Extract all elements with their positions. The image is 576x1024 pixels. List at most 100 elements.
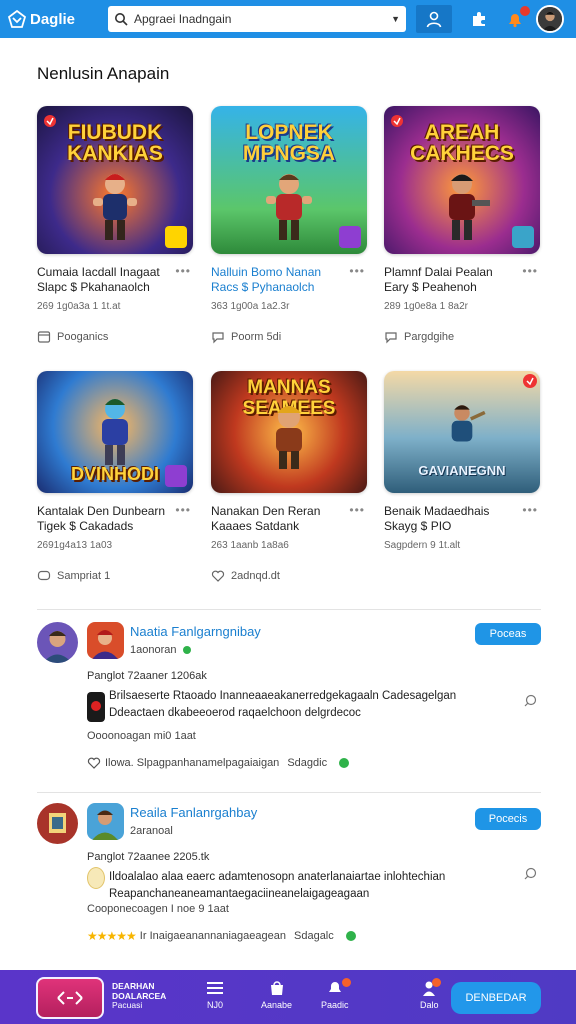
search-bar[interactable]: ▼ bbox=[108, 6, 406, 32]
game-title[interactable]: Plamnf Dalai Pealan Eary $ Peahenoh bbox=[384, 265, 520, 295]
post-author-sub-text: 2aranoal bbox=[130, 825, 173, 837]
game-thumbnail[interactable]: FIUBUDK KANKIAS bbox=[37, 106, 193, 254]
nav-profile-label: Dalo bbox=[420, 1000, 439, 1010]
menu-icon bbox=[207, 982, 223, 994]
bookmark-icon bbox=[37, 331, 51, 343]
nav-store[interactable]: Aanabe bbox=[261, 980, 292, 1010]
game-meta: 269 1g0a3a 1 1t.at bbox=[37, 301, 121, 312]
rating-stars: ★★★★★ bbox=[87, 929, 137, 943]
post-body-text: Brilsaeserte Rtaoado Inanneaaeakanerredg… bbox=[109, 690, 457, 719]
game-thumbnail[interactable]: LOPNEK MPNGSA bbox=[211, 106, 367, 254]
game-avatar[interactable] bbox=[87, 803, 124, 840]
game-title[interactable]: Nalluin Bomo Nanan Racs $ Pyhanaolch bbox=[211, 265, 347, 295]
notification-button[interactable] bbox=[506, 6, 530, 28]
game-title[interactable]: Nanakan Den Reran Kaaaes Satdank bbox=[211, 504, 347, 534]
game-art-title: FIUBUDK KANKIAS bbox=[67, 121, 163, 165]
notification-badge bbox=[520, 6, 530, 16]
more-options-icon[interactable]: ••• bbox=[175, 503, 191, 517]
game-meta: Sagpdern 9 1t.alt bbox=[384, 540, 461, 551]
heart-icon bbox=[211, 570, 225, 582]
promo-text: DEARHAN DOALARCEA Pacuasi bbox=[112, 981, 166, 1011]
post-actions-text[interactable]: Ilowa. Slpagpanhanamelpagaiaigan bbox=[105, 757, 279, 769]
more-options-icon[interactable]: ••• bbox=[349, 503, 365, 517]
brand-logo-icon bbox=[8, 10, 26, 28]
game-avatar[interactable] bbox=[87, 622, 124, 659]
game-thumbnail[interactable]: MANNAS SEAMEES bbox=[211, 371, 367, 493]
game-card[interactable]: LOPNEK MPNGSA Nalluin Bomo Nanan Racs $ … bbox=[211, 106, 367, 344]
game-thumbnail[interactable]: AREAH CAKHECS bbox=[384, 106, 540, 254]
search-dropdown-icon[interactable]: ▼ bbox=[391, 14, 400, 24]
game-card[interactable]: AREAH CAKHECS Plamnf Dalai Pealan Eary $… bbox=[384, 106, 540, 344]
profile-button[interactable] bbox=[416, 5, 452, 33]
like-icon[interactable] bbox=[87, 756, 101, 770]
post-stats: Oooonoagan mi0 1aat bbox=[87, 730, 196, 742]
game-link[interactable]: Pargdgihe bbox=[384, 330, 540, 344]
status-icon bbox=[339, 758, 350, 768]
game-link[interactable]: Pooganics bbox=[37, 330, 193, 344]
user-avatar[interactable] bbox=[536, 5, 564, 33]
game-link[interactable]: 2adnqd.dt bbox=[211, 569, 367, 583]
game-card[interactable]: MANNAS SEAMEES Nanakan Den Reran Kaaaes … bbox=[211, 371, 367, 583]
nav-profile[interactable]: Dalo bbox=[420, 978, 441, 1010]
comment-icon bbox=[385, 332, 397, 344]
puzzle-icon bbox=[473, 12, 485, 26]
badge-icon bbox=[523, 374, 537, 388]
post-actions-text[interactable]: Ir Inaigaeanannaniagaeagean bbox=[140, 930, 286, 942]
game-title[interactable]: Cumaia Iacdall Inagaat Slapc $ Pkahanaol… bbox=[37, 265, 173, 295]
game-character-image bbox=[276, 406, 302, 469]
follow-button[interactable]: Pocecis bbox=[475, 808, 541, 830]
game-link-label: Poorm 5di bbox=[231, 331, 282, 343]
nav-menu[interactable]: NJ0 bbox=[206, 980, 224, 1010]
nav-notifications[interactable]: Paadic bbox=[321, 978, 351, 1010]
game-link[interactable]: Sampriat 1 bbox=[37, 569, 193, 583]
platform-badge bbox=[165, 226, 187, 248]
follow-button[interactable]: Poceas bbox=[475, 623, 541, 645]
post-body: Brilsaeserte Rtaoado Inanneaaeakanerredg… bbox=[87, 688, 497, 722]
game-card[interactable]: FIUBUDK KANKIAS Cumaia Iacdall Inagaat S… bbox=[37, 106, 193, 344]
more-options-icon[interactable]: ••• bbox=[522, 503, 538, 517]
more-options-icon[interactable]: ••• bbox=[522, 264, 538, 278]
user-icon bbox=[426, 11, 442, 28]
post-body-text: Ildoalalao alaa eaerc adamtenosopn anate… bbox=[109, 871, 446, 900]
post-author-name[interactable]: Naatia Fanlgarngnibay bbox=[130, 624, 261, 639]
reply-icon[interactable] bbox=[523, 867, 537, 881]
nav-store-label: Aanabe bbox=[261, 1000, 293, 1010]
promo-line-3: Pacuasi bbox=[112, 1000, 143, 1010]
platform-badge bbox=[165, 465, 187, 487]
game-thumbnail[interactable]: GAVIANEGNN bbox=[384, 371, 540, 493]
puzzle-button[interactable] bbox=[470, 10, 488, 28]
brand[interactable]: Daglie bbox=[8, 10, 104, 28]
reply-icon[interactable] bbox=[523, 694, 537, 708]
platform-badge bbox=[512, 226, 534, 248]
game-meta: 289 1g0e8a 1 8a2r bbox=[384, 301, 468, 312]
bottom-bar: DEARHAN DOALARCEA Pacuasi NJ0 Aanabe Paa… bbox=[0, 970, 576, 1024]
game-title[interactable]: Benaik Madaedhais Skayg $ PIO bbox=[384, 504, 520, 534]
post-author-name[interactable]: Reaila Fanlanrgahbay bbox=[130, 805, 257, 820]
post-date: Panglot 72aanee 2205.tk bbox=[87, 851, 210, 863]
game-title[interactable]: Kantalak Den Dunbearn Tigek $ Cakadads bbox=[37, 504, 173, 534]
author-avatar[interactable] bbox=[37, 622, 78, 663]
post-author-sub: 2aranoal bbox=[130, 825, 173, 837]
game-art-title: GAVIANEGNN bbox=[418, 463, 506, 478]
brand-name: Daglie bbox=[30, 10, 76, 28]
post-actions-extra[interactable]: Sdagalc bbox=[294, 930, 334, 942]
nav-notifications-label: Paadic bbox=[321, 1000, 349, 1010]
search-input[interactable] bbox=[134, 12, 388, 26]
search-icon bbox=[115, 13, 128, 26]
app-logo[interactable] bbox=[36, 977, 104, 1019]
game-meta: 2691g4a13 1a03 bbox=[37, 540, 113, 551]
game-card[interactable]: DVINHODI Kantalak Den Dunbearn Tigek $ C… bbox=[37, 371, 193, 583]
nav-badge bbox=[431, 978, 441, 987]
game-link[interactable]: Poorm 5di bbox=[211, 330, 367, 344]
post-actions: ★★★★★ Ir Inaigaeanannaniagaeagean Sdagal… bbox=[87, 929, 387, 943]
more-options-icon[interactable]: ••• bbox=[175, 264, 191, 278]
post-actions-extra[interactable]: Sdagdic bbox=[287, 757, 327, 769]
status-icon bbox=[345, 931, 356, 941]
cta-button[interactable]: DENBEDAR bbox=[451, 982, 541, 1014]
author-avatar[interactable] bbox=[37, 803, 78, 844]
game-card[interactable]: GAVIANEGNN Benaik Madaedhais Skayg $ PIO… bbox=[384, 371, 540, 551]
game-thumbnail[interactable]: DVINHODI bbox=[37, 371, 193, 493]
more-options-icon[interactable]: ••• bbox=[349, 264, 365, 278]
comment-icon bbox=[212, 332, 224, 344]
feed-post: Naatia Fanlgarngnibay 1aonoran Poceas Pa… bbox=[37, 622, 541, 782]
